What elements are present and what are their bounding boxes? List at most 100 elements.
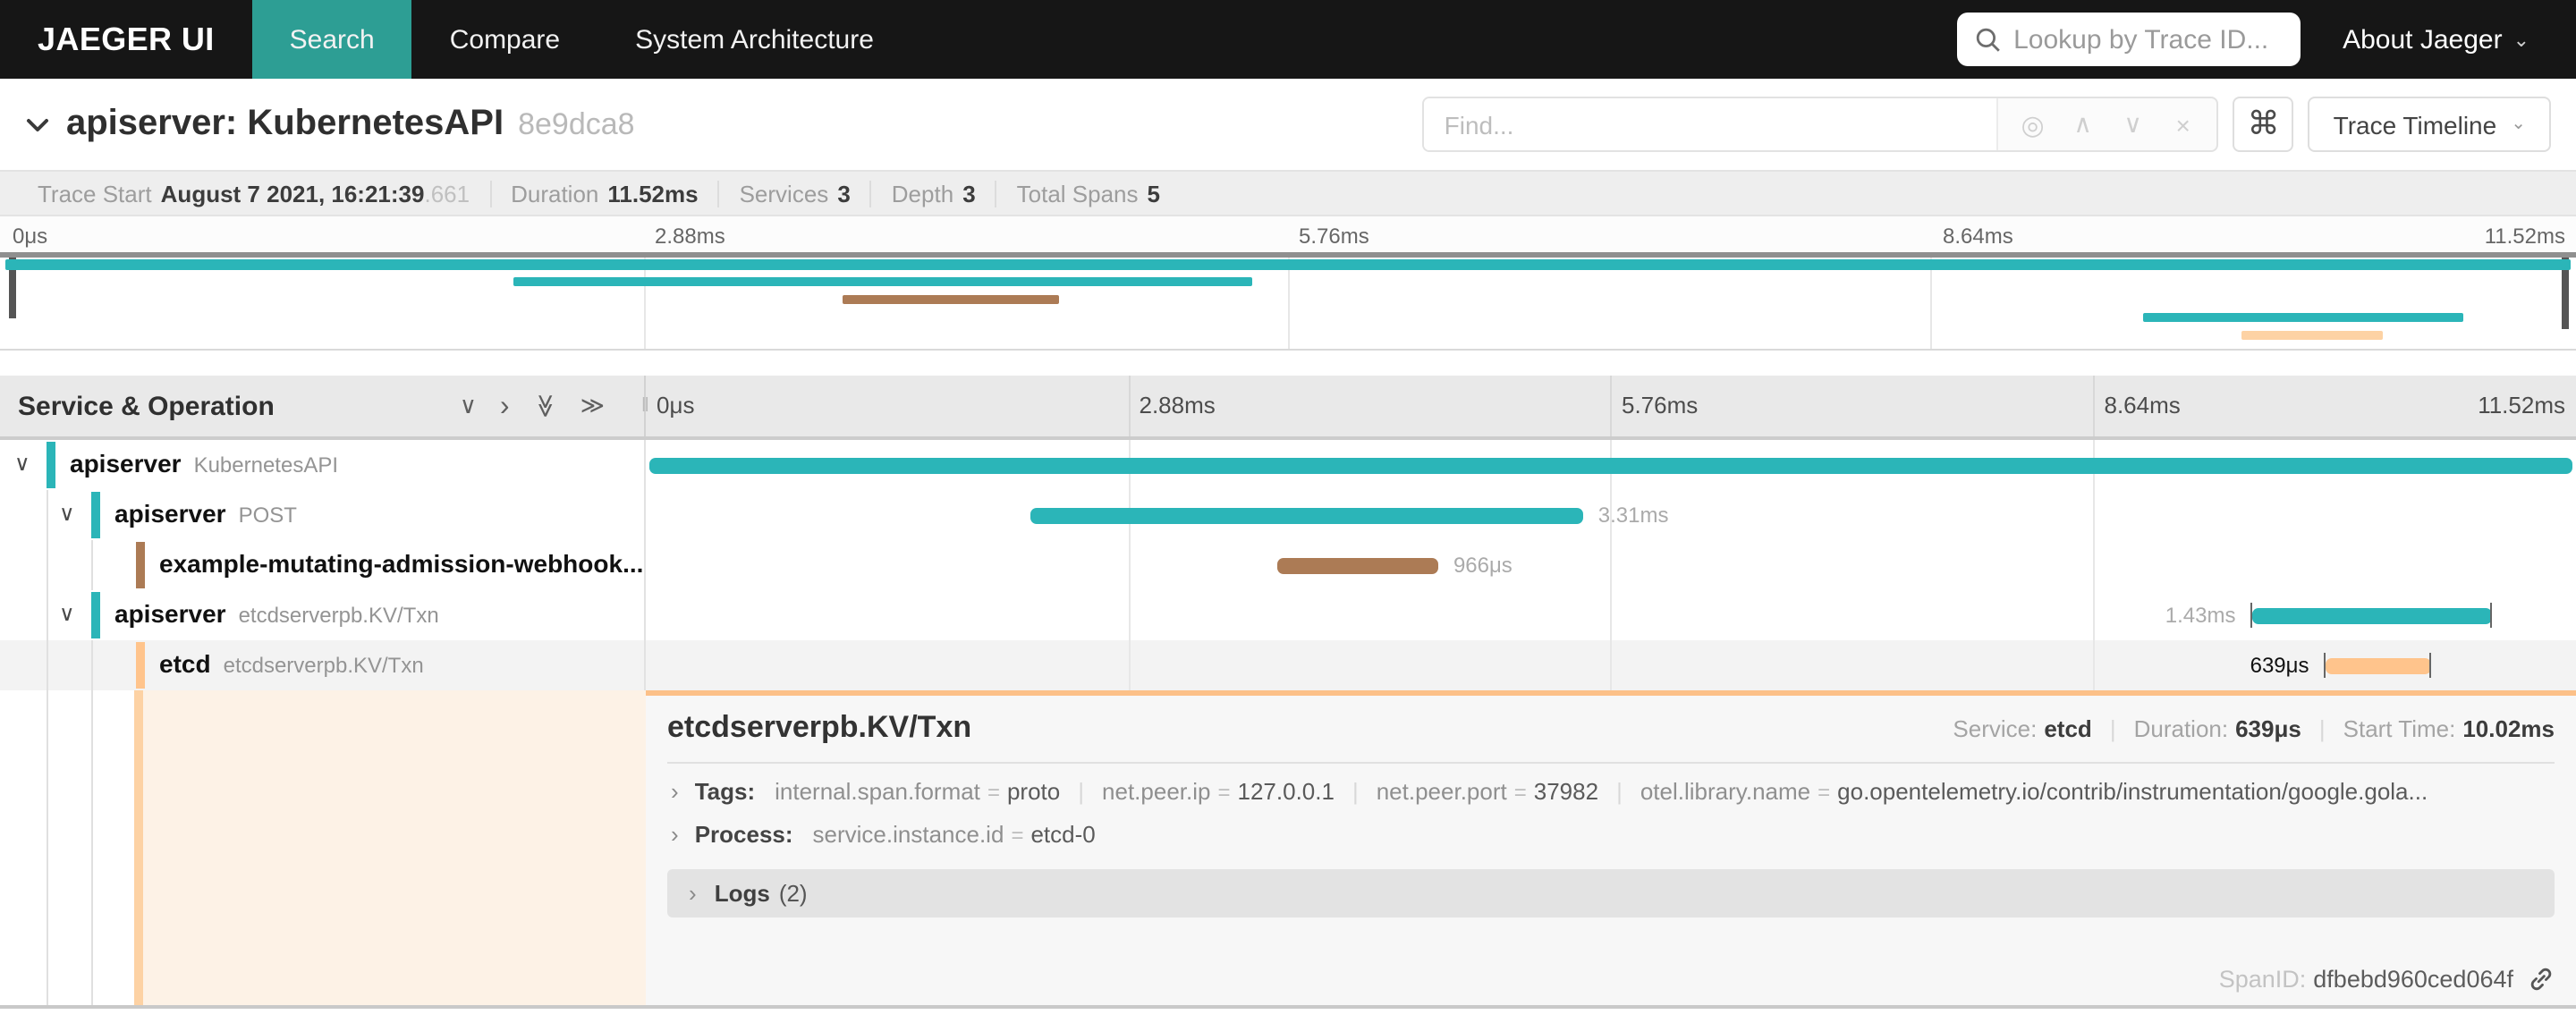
find-input[interactable] [1424,98,1999,150]
tree-guide-line [47,640,48,690]
find-clear-icon[interactable]: × [2160,110,2207,139]
chevron-right-icon: › [671,778,679,805]
tag-item: otel.library.name = go.opentelemetry.io/co… [1640,778,2428,805]
find-next-icon[interactable]: ∨ [2110,109,2157,140]
tree-guide-line [47,540,48,590]
span-detail-section: etcdserverpb.KV/Txn Service: etcd | Durat… [0,690,2576,1009]
summary-total-spans: Total Spans 5 [1016,180,1160,207]
expand-all-icon[interactable]: ≫ [580,392,605,420]
span-duration-label: 3.31ms [1597,503,1669,528]
chevron-down-icon[interactable]: ∨ [59,601,75,626]
minimap-span-bar [2143,313,2463,322]
app-brand[interactable]: JAEGER UI [0,0,252,79]
detail-duration-label: Duration: [2133,715,2229,742]
span-service: apiserver [70,449,182,478]
search-icon [1975,27,1999,51]
trace-header: apiserver: KubernetesAPI 8e9dca8 ◎ ∧ ∨ ×… [0,79,2576,170]
tree-guide-line [91,690,93,1005]
trace-lookup-placeholder: Lookup by Trace ID... [2013,24,2269,55]
span-row-webhook[interactable]: ∨ example-mutating-admission-webhook... … [0,540,2576,590]
span-id-label: SpanID: [2218,966,2307,993]
nav-item-compare[interactable]: Compare [412,0,597,79]
span-bar-track[interactable]: 3.31ms [646,490,2576,540]
summary-duration: Duration 11.52ms [491,180,720,207]
span-operation: KubernetesAPI [193,452,338,478]
chevron-down-icon[interactable]: ∨ [59,501,75,526]
minimap-ticks: 0μs 2.88ms 5.76ms 8.64ms 11.52ms [0,216,2576,252]
chevron-down-icon: ⌄ [2512,30,2529,51]
span-operation: POST [238,503,297,528]
top-nav: JAEGER UI Search Compare System Architec… [0,0,2576,79]
detail-tree-gutter [0,690,646,1005]
span-bar[interactable] [2325,657,2432,673]
minimap-scrubber[interactable] [0,252,2576,258]
selected-span-color-strip [134,690,143,1005]
minimap-span-bar [842,295,1059,304]
tag-item: net.peer.ip = 127.0.0.1 [1102,778,1335,805]
span-end-tick [2489,603,2492,628]
jaeger-trace-page: JAEGER UI Search Compare System Architec… [0,0,2576,1023]
tags-row[interactable]: › Tags: internal.span.format = proto | net… [671,778,2555,805]
span-color-strip [136,642,144,689]
copy-link-icon[interactable] [2528,966,2555,993]
chevron-down-icon: ⌄ [2511,114,2526,134]
trace-title: apiserver: KubernetesAPI [66,104,504,143]
chevron-right-icon: › [671,821,679,848]
logs-row[interactable]: › Logs (2) [667,869,2555,917]
chevron-down-icon[interactable]: ∨ [14,451,30,476]
span-row-apiserver-post[interactable]: ∨ apiserver POST 3.31ms [0,490,2576,540]
span-rows: ∨ apiserver KubernetesAPI ∨ apiserver POST… [0,440,2576,690]
span-duration-label: 639μs [2250,653,2309,678]
span-row-apiserver-etcd-txn[interactable]: ∨ apiserver etcdserverpb.KV/Txn 1.43ms [0,590,2576,640]
selected-span-highlight [143,690,646,1005]
process-item: service.instance.id = etcd-0 [812,821,1096,848]
span-bar[interactable] [2251,607,2491,623]
timeline-ticks: 0μs 2.88ms 5.76ms 8.64ms 11.52ms [646,376,2576,436]
nav-item-search[interactable]: Search [251,0,412,79]
minimap-span-bar [513,277,1252,286]
locate-span-icon[interactable]: ◎ [2010,108,2056,140]
span-service: etcd [159,649,211,678]
span-bar-track[interactable]: 639μs [646,640,2576,690]
span-bar[interactable] [1030,507,1584,523]
column-resizer[interactable]: ‖ [641,395,651,417]
collapse-all-icon[interactable]: ≫ [530,393,559,418]
span-service: apiserver [114,599,226,628]
view-select-button[interactable]: Trace Timeline ⌄ [2308,97,2551,152]
tag-item: net.peer.port = 37982 [1376,778,1599,805]
expand-one-icon[interactable]: › [500,392,510,420]
span-end-tick [2323,653,2326,678]
span-end-tick [2429,653,2432,678]
tree-guide-line [47,590,48,640]
detail-duration-value: 639μs [2235,715,2301,742]
tree-guide-line [47,490,48,540]
span-bar-track[interactable]: 966μs [646,540,2576,590]
span-color-strip [47,442,55,488]
nav-item-system-architecture[interactable]: System Architecture [597,0,911,79]
detail-span-title: etcdserverpb.KV/Txn [667,710,972,744]
span-service: apiserver [114,499,226,528]
find-prev-icon[interactable]: ∧ [2060,109,2106,140]
minimap-canvas[interactable] [0,252,2576,351]
command-icon: ⌘ [2247,106,2280,141]
about-jaeger-menu[interactable]: About Jaeger ⌄ [2300,24,2576,55]
tag-item: internal.span.format = proto [775,778,1061,805]
keyboard-shortcuts-button[interactable]: ⌘ [2233,97,2294,152]
span-row-apiserver-kubernetesapi[interactable]: ∨ apiserver KubernetesAPI [0,440,2576,490]
span-bar[interactable] [649,457,2572,473]
collapse-one-icon[interactable]: ∨ [460,392,477,420]
trace-lookup-input[interactable]: Lookup by Trace ID... [1956,13,2301,66]
span-end-tick [2250,603,2252,628]
span-duration-label: 1.43ms [2165,603,2236,628]
minimap-span-bar [4,259,2572,270]
process-row[interactable]: › Process: service.instance.id = etcd-0 [671,821,2555,848]
span-bar-track[interactable] [646,440,2576,490]
tree-guide-line [47,690,48,1005]
span-bar[interactable] [1276,557,1439,573]
minimap-span-bar [2241,331,2383,340]
span-duration-label: 966μs [1453,553,1513,578]
collapse-trace-icon[interactable] [21,108,54,140]
span-bar-track[interactable]: 1.43ms [646,590,2576,640]
span-row-etcd-txn-selected[interactable]: ∨ etcdetcdserverpb.KV/Txn 639μs [0,640,2576,690]
span-operation: etcdserverpb.KV/Txn [238,603,439,628]
